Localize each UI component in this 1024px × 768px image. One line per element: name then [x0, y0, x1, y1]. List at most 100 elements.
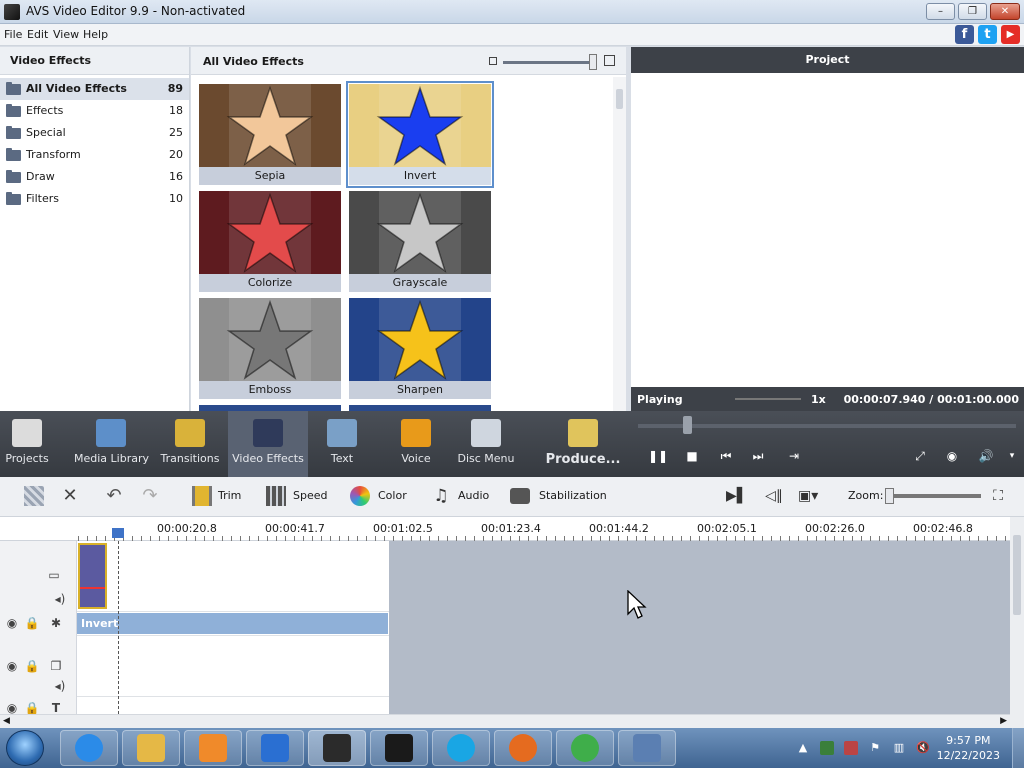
effect-tile-emboss[interactable]: Emboss: [199, 298, 341, 399]
audio-mixer-icon[interactable]: ◁∥: [764, 486, 784, 506]
pause-button[interactable]: ❚❚: [648, 448, 668, 464]
effect-tile-invert[interactable]: Invert: [346, 81, 494, 188]
effect-tile-sepia[interactable]: Sepia: [199, 84, 341, 185]
disc-menu-button[interactable]: Disc Menu: [454, 411, 518, 477]
speed-button[interactable]: Speed: [293, 489, 327, 502]
effect-clip-invert[interactable]: Invert: [77, 613, 388, 634]
playhead-marker[interactable]: [112, 528, 124, 538]
category-draw[interactable]: Draw 16: [0, 166, 189, 188]
thumbnail-size-handle[interactable]: [589, 54, 597, 70]
snap-icon[interactable]: ▶▌: [726, 486, 748, 506]
category-special[interactable]: Special 25: [0, 122, 189, 144]
category-filters[interactable]: Filters 10: [0, 188, 189, 210]
snapshot-icon[interactable]: ◉: [944, 448, 960, 464]
facebook-icon[interactable]: f: [955, 25, 974, 44]
seek-bar[interactable]: [638, 424, 1016, 428]
timeline-tracks[interactable]: ▭ ◂) ◉ 🔒 ✱ ◉ 🔒 ❐ ◂) ◉ 🔒 T Invert: [0, 541, 1010, 715]
timeline-horizontal-scrollbar[interactable]: ◀ ▶: [0, 714, 1010, 728]
lock-icon[interactable]: 🔒: [24, 659, 40, 673]
taskbar-avs-video-editor[interactable]: [308, 730, 366, 766]
system-clock[interactable]: 9:57 PM 12/22/2023: [937, 733, 1000, 763]
previous-frame-button[interactable]: ⏮: [718, 448, 734, 464]
category-transform[interactable]: Transform 20: [0, 144, 189, 166]
text-button[interactable]: Text: [312, 411, 372, 477]
stop-button[interactable]: ■: [684, 448, 700, 464]
fullscreen-icon[interactable]: ⤢: [912, 448, 928, 464]
taskbar-media-player[interactable]: [184, 730, 242, 766]
taskbar-skype[interactable]: [432, 730, 490, 766]
delete-icon[interactable]: ✕: [60, 486, 80, 506]
video-clip[interactable]: [78, 543, 107, 609]
projects-button[interactable]: Projects: [0, 411, 54, 477]
split-icon[interactable]: [24, 486, 44, 506]
eye-icon[interactable]: ◉: [4, 616, 20, 630]
volume-icon[interactable]: 🔊: [978, 448, 994, 464]
menu-file[interactable]: File: [4, 28, 22, 41]
taskbar-video-tool[interactable]: [370, 730, 428, 766]
taskbar-internet-explorer[interactable]: [60, 730, 118, 766]
color-icon[interactable]: [350, 486, 370, 506]
menu-edit[interactable]: Edit: [27, 28, 48, 41]
timeline-vertical-scrollbar[interactable]: [1010, 517, 1024, 728]
thumbnail-size-slider[interactable]: [503, 61, 593, 64]
scroll-right-icon[interactable]: ▶: [1000, 716, 1007, 726]
scroll-thumb[interactable]: [1013, 535, 1021, 615]
display-mode-icon[interactable]: ▣▾: [798, 486, 818, 506]
taskbar-chrome[interactable]: [556, 730, 614, 766]
lock-icon[interactable]: 🔒: [24, 701, 40, 715]
lock-icon[interactable]: 🔒: [24, 616, 40, 630]
tray-security-icon[interactable]: [844, 741, 858, 755]
close-button[interactable]: ✕: [990, 3, 1020, 20]
taskbar-file-explorer[interactable]: [122, 730, 180, 766]
effects-scrollbar[interactable]: [613, 77, 626, 411]
twitter-icon[interactable]: t: [978, 25, 997, 44]
volume-dropdown-icon[interactable]: ▾: [1004, 448, 1020, 464]
audio-icon[interactable]: ♫: [431, 486, 451, 506]
taskbar-remote-desktop[interactable]: [618, 730, 676, 766]
category-effects[interactable]: Effects 18: [0, 100, 189, 122]
scroll-left-icon[interactable]: ◀: [3, 716, 10, 726]
youtube-icon[interactable]: ▶: [1001, 25, 1020, 44]
tray-app-icon[interactable]: [820, 741, 834, 755]
timeline-zoom-handle[interactable]: [885, 488, 894, 504]
minimize-button[interactable]: –: [926, 3, 955, 20]
transitions-button[interactable]: Transitions: [158, 411, 222, 477]
effect-tile-colorize[interactable]: Colorize: [199, 191, 341, 292]
redo-icon[interactable]: ↷: [140, 486, 160, 506]
color-button[interactable]: Color: [378, 489, 407, 502]
speed-slider[interactable]: [735, 398, 801, 400]
video-effects-button[interactable]: Video Effects: [228, 411, 308, 477]
taskbar-firefox[interactable]: [494, 730, 552, 766]
menu-view[interactable]: View: [53, 28, 79, 41]
effect-tile-sharpen[interactable]: Sharpen: [349, 298, 491, 399]
timeline-ruler[interactable]: 00:00:20.8 00:00:41.7 00:01:02.5 00:01:2…: [0, 517, 1024, 541]
action-center-flag-icon[interactable]: ⚑: [868, 741, 882, 755]
maximize-button[interactable]: ❐: [958, 3, 987, 20]
tray-expand-icon[interactable]: ▲: [796, 741, 810, 755]
produce-button[interactable]: Produce...: [540, 411, 626, 477]
timeline-empty-area[interactable]: [389, 541, 1010, 714]
audio-button[interactable]: Audio: [458, 489, 489, 502]
show-desktop-button[interactable]: [1012, 728, 1024, 768]
start-button[interactable]: [6, 730, 44, 766]
network-icon[interactable]: ▥: [892, 741, 906, 755]
undo-icon[interactable]: ↶: [104, 486, 124, 506]
category-all-video-effects[interactable]: All Video Effects 89: [0, 78, 189, 100]
next-frame-button[interactable]: ⏭: [750, 448, 766, 464]
playback-mode-button[interactable]: ⇥: [786, 448, 802, 464]
seek-handle[interactable]: [683, 416, 692, 434]
menu-help[interactable]: Help: [83, 28, 108, 41]
voice-button[interactable]: Voice: [386, 411, 446, 477]
effect-tile-grayscale[interactable]: Grayscale: [349, 191, 491, 292]
large-thumbnails-icon[interactable]: [604, 55, 615, 66]
trim-button[interactable]: Trim: [218, 489, 241, 502]
volume-muted-icon[interactable]: 🔇: [916, 741, 930, 755]
speed-icon[interactable]: [266, 486, 286, 506]
timeline-zoom-slider[interactable]: [888, 494, 981, 498]
media-library-button[interactable]: Media Library: [74, 411, 149, 477]
taskbar-avs-editor-lightning[interactable]: [246, 730, 304, 766]
fit-timeline-icon[interactable]: ⛶: [988, 486, 1008, 506]
trim-icon[interactable]: [192, 486, 212, 506]
stabilization-icon[interactable]: [510, 488, 530, 504]
eye-icon[interactable]: ◉: [4, 701, 20, 715]
